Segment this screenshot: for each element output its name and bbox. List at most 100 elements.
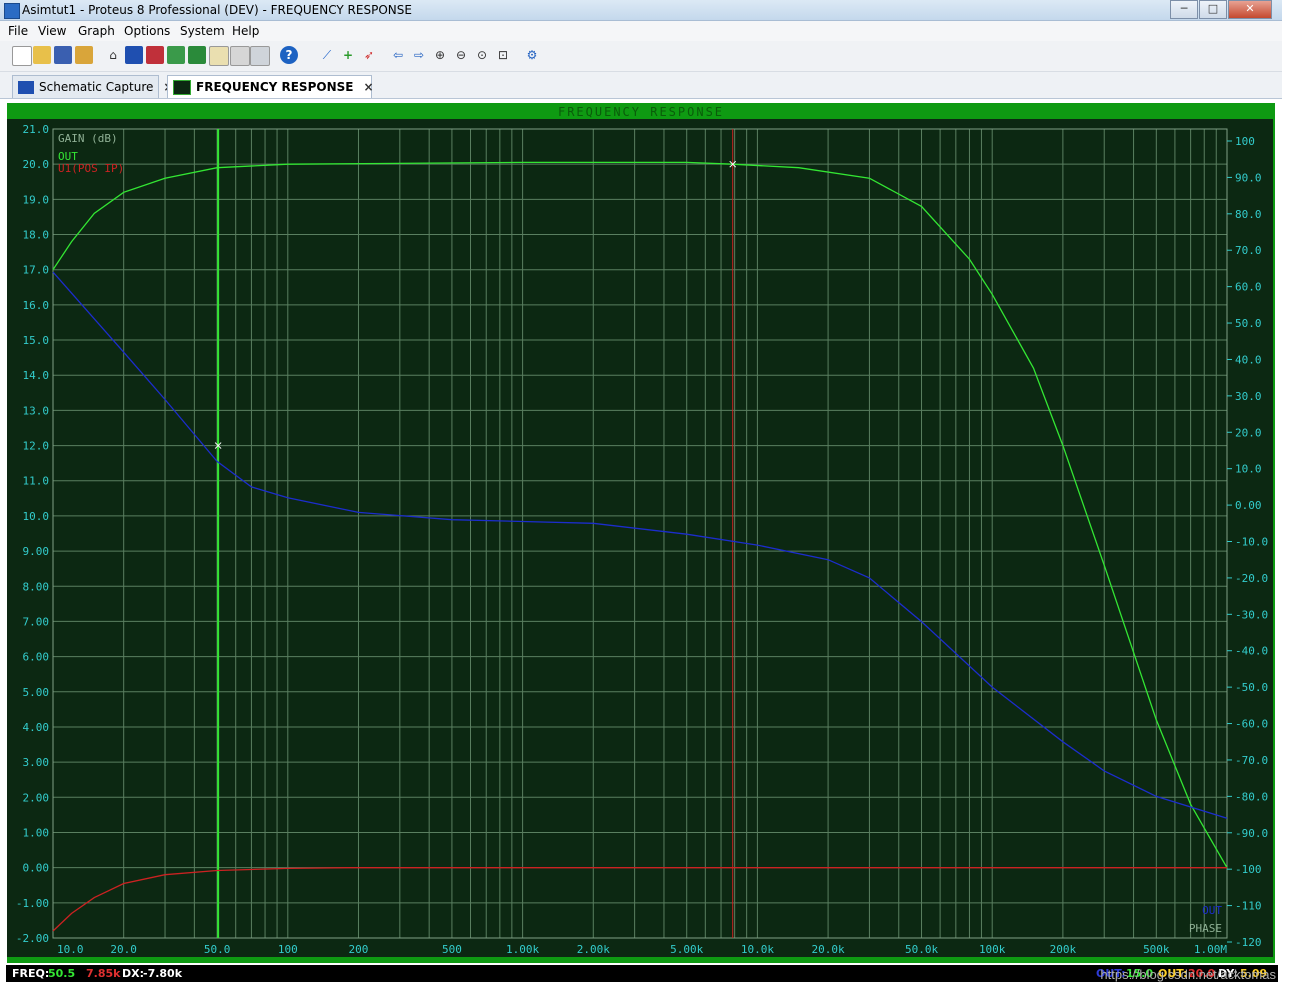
import-icon[interactable]	[75, 46, 93, 64]
close-window-button[interactable]: ✕	[1228, 0, 1272, 19]
dx-label: DX:	[122, 967, 145, 980]
proteus-app-icon[interactable]	[4, 3, 20, 19]
y-right-tick-label: 80.0	[1235, 208, 1262, 221]
watermark-text: https://blog.csdn.net/acktomas	[1100, 967, 1276, 982]
legend-entry: U1(POS IP)	[58, 162, 124, 175]
y-right-tick-label: 20.0	[1235, 426, 1262, 439]
arrow-left-icon[interactable]: ⇦	[389, 46, 407, 64]
graph-config-icon[interactable]: ⚙	[523, 46, 541, 64]
y-left-tick-label: -2.00	[16, 932, 49, 945]
y-left-tick-label: 17.0	[23, 264, 50, 277]
y-right-tick-label: -90.0	[1235, 827, 1268, 840]
graph-icon	[173, 80, 191, 95]
y-left-tick-label: 6.00	[23, 651, 50, 664]
x-tick-label: 500k	[1143, 943, 1170, 956]
close-tab-icon[interactable]: ×	[363, 76, 373, 98]
zoom-in-icon[interactable]: ⊕	[431, 46, 449, 64]
x-tick-label: 100k	[979, 943, 1006, 956]
graph-simulate-icon[interactable]: ⟋	[318, 46, 336, 64]
bill-of-materials-icon[interactable]	[209, 46, 229, 66]
freq-value: 50.5	[48, 967, 76, 980]
x-tick-label: 20.0k	[812, 943, 845, 956]
y-left-tick-label: 19.0	[23, 193, 50, 206]
y-right-tick-label: -110	[1235, 900, 1262, 913]
y-left-tick-label: 10.0	[23, 510, 50, 523]
zoom-out-icon[interactable]: ⊖	[452, 46, 470, 64]
new-file-icon[interactable]	[12, 46, 32, 66]
y-right-tick-label: -10.0	[1235, 536, 1268, 549]
y-left-tick-label: 2.00	[23, 791, 50, 804]
y-right-tick-label: 10.0	[1235, 463, 1262, 476]
tab-frequency-response[interactable]: FREQUENCY RESPONSE ×	[167, 75, 374, 98]
menu-file[interactable]: File	[8, 24, 28, 38]
menu-view[interactable]: View	[38, 24, 66, 38]
minimize-button[interactable]: ─	[1170, 0, 1198, 19]
menu-help[interactable]: Help	[232, 24, 259, 38]
schematic-capture-icon[interactable]	[125, 46, 143, 64]
x-tick-label: 500	[442, 943, 462, 956]
y-right-tick-label: 70.0	[1235, 244, 1262, 257]
home-icon[interactable]: ⌂	[104, 46, 122, 64]
x-tick-label: 50.0	[204, 943, 231, 956]
y-left-tick-label: 12.0	[23, 440, 50, 453]
pcb-layout-icon[interactable]	[146, 46, 164, 64]
y-right-tick-label: -70.0	[1235, 754, 1268, 767]
add-trace-icon[interactable]: +	[339, 46, 357, 64]
tab-label: Schematic Capture	[39, 80, 154, 94]
legend-entry: OUT	[1202, 904, 1222, 917]
tab-bar: Schematic Capture× FREQUENCY RESPONSE ×	[0, 72, 1282, 99]
dx-value: -7.80k	[143, 967, 183, 980]
y-left-tick-label: 15.0	[23, 334, 50, 347]
x-tick-label: 100	[278, 943, 298, 956]
arrow-right-icon[interactable]: ⇨	[410, 46, 428, 64]
menu-graph[interactable]: Graph	[78, 24, 115, 38]
left-axis-label: GAIN (dB)	[58, 132, 118, 145]
design-notes-icon[interactable]	[250, 46, 270, 66]
y-left-tick-label: 9.00	[23, 545, 50, 558]
x-tick-label: 5.00k	[670, 943, 703, 956]
y-right-tick-label: -60.0	[1235, 718, 1268, 731]
window-title: Asimtut1 - Proteus 8 Professional (DEV) …	[22, 3, 412, 17]
y-right-tick-label: 60.0	[1235, 281, 1262, 294]
save-icon[interactable]	[54, 46, 72, 64]
y-right-tick-label: -50.0	[1235, 681, 1268, 694]
x-tick-label: 1.00M	[1194, 943, 1227, 956]
menu-options[interactable]: Options	[124, 24, 170, 38]
y-left-tick-label: 3.00	[23, 756, 50, 769]
y-left-tick-label: 14.0	[23, 369, 50, 382]
tab-schematic-capture[interactable]: Schematic Capture×	[12, 75, 173, 98]
y-right-tick-label: -30.0	[1235, 608, 1268, 621]
gerber-icon[interactable]	[188, 46, 206, 64]
y-right-tick-label: 30.0	[1235, 390, 1262, 403]
zoom-area-icon[interactable]: ⊡	[494, 46, 512, 64]
help-icon[interactable]: ?	[280, 46, 298, 64]
frequency-response-plot[interactable]: 21.0 20.0 19.0 18.0 17.0 16.0 15.0 14.0 13.0 12.0…	[7, 119, 1273, 957]
maximize-button[interactable]: □	[1199, 0, 1227, 19]
toolbar: ⌂ ? ⟋ + ➶ ⇦ ⇨ ⊕ ⊖ ⊙ ⊡ ⚙	[0, 41, 1282, 72]
open-folder-icon[interactable]	[33, 46, 51, 64]
y-right-tick-label: 50.0	[1235, 317, 1262, 330]
y-right-tick-label: 90.0	[1235, 171, 1262, 184]
schematic-icon	[18, 81, 34, 94]
y-right-tick-label: -100	[1235, 863, 1262, 876]
x-tick-label: 10.0	[57, 943, 84, 956]
y-left-tick-label: 0.00	[23, 862, 50, 875]
y-right-tick-label: 100	[1235, 135, 1255, 148]
3d-visualizer-icon[interactable]	[167, 46, 185, 64]
y-left-tick-label: 7.00	[23, 615, 50, 628]
menu-bar: File View Graph Options System Help	[0, 21, 1282, 41]
x-tick-label: 2.00k	[577, 943, 610, 956]
cursor2-value: 7.85k	[86, 967, 121, 980]
right-axis-label: PHASE	[1189, 922, 1222, 935]
x-tick-label: 200	[349, 943, 369, 956]
y-right-tick-label: 40.0	[1235, 353, 1262, 366]
menu-system[interactable]: System	[180, 24, 225, 38]
run-simulation-icon[interactable]: ➶	[360, 46, 378, 64]
zoom-all-icon[interactable]: ⊙	[473, 46, 491, 64]
y-left-tick-label: 18.0	[23, 229, 50, 242]
y-left-tick-label: 11.0	[23, 475, 50, 488]
y-left-tick-label: 5.00	[23, 686, 50, 699]
y-left-tick-label: 16.0	[23, 299, 50, 312]
x-tick-label: 50.0k	[905, 943, 938, 956]
design-explorer-icon[interactable]	[230, 46, 250, 66]
